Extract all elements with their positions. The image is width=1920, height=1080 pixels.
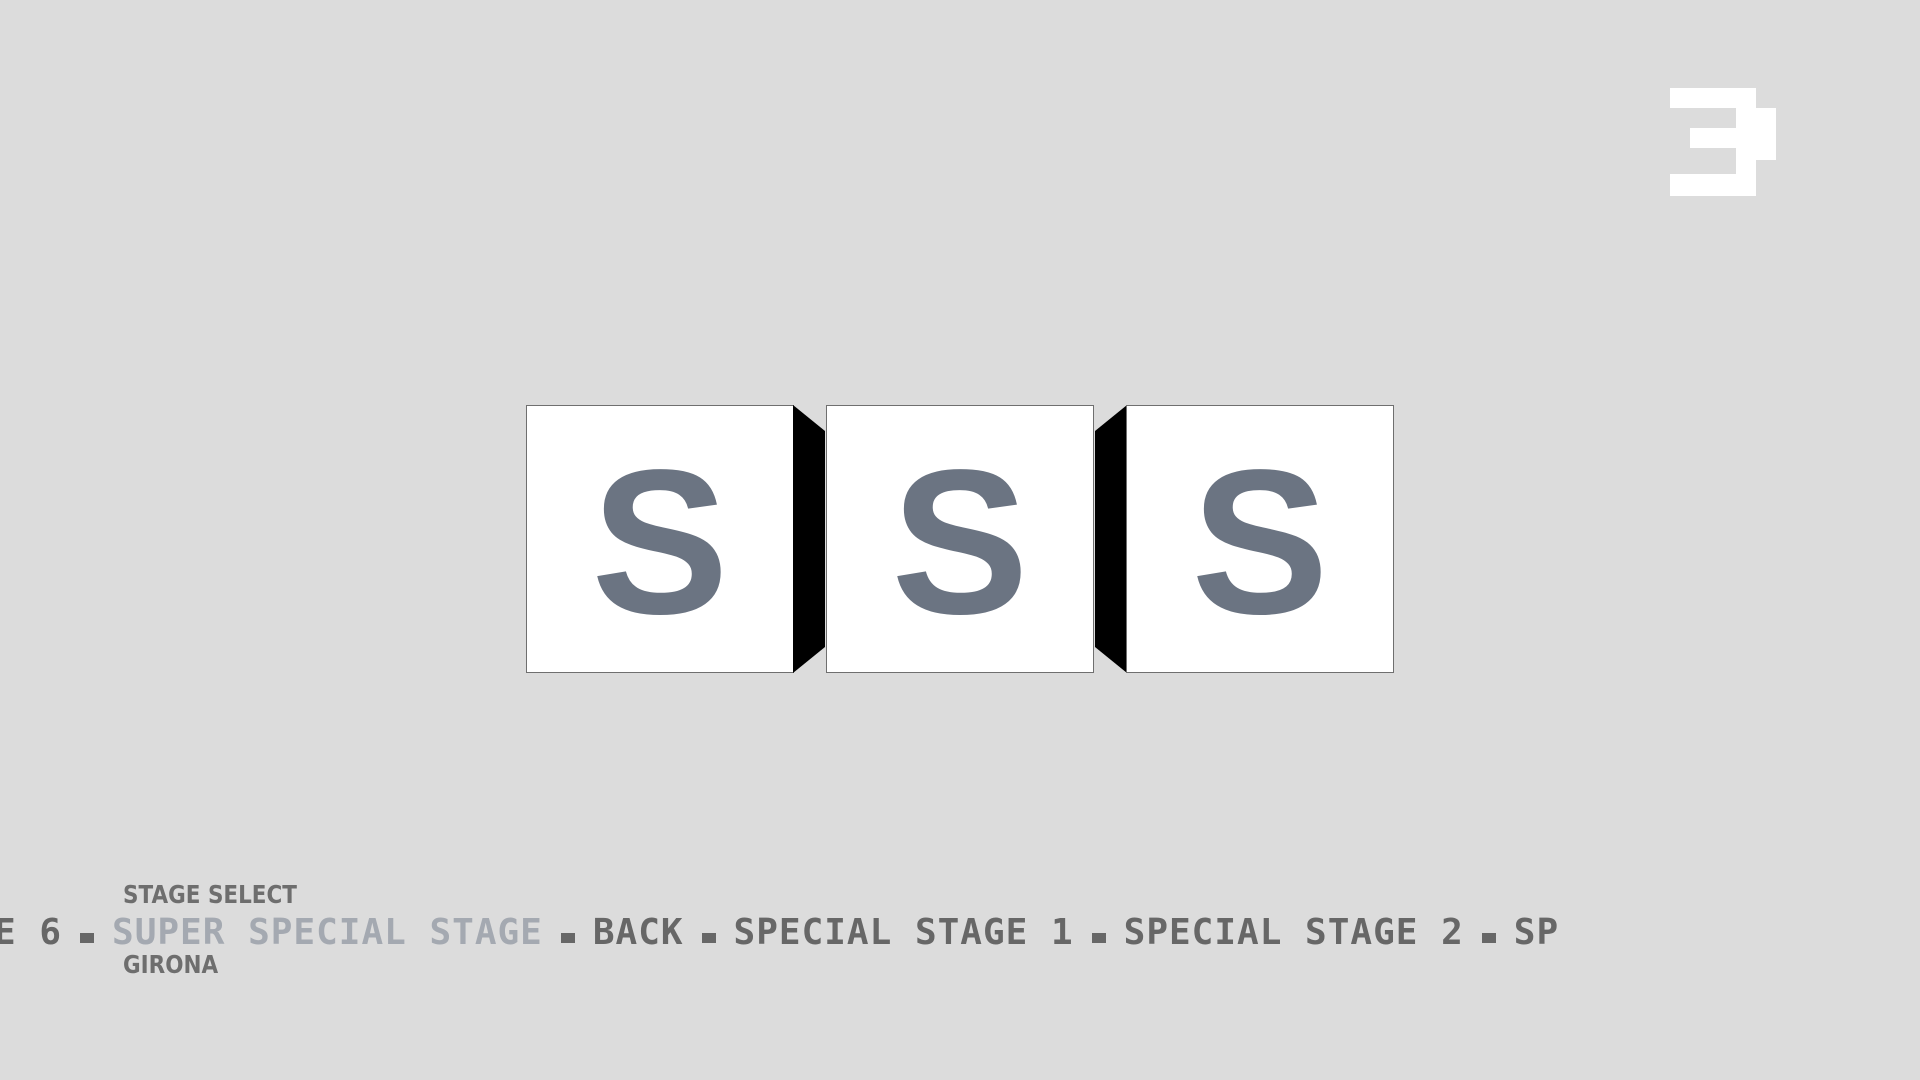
cube-edge-right-fold-icon	[793, 405, 825, 673]
ticker-item-special-stage-1[interactable]: SPECIAL STAGE 1	[734, 912, 1074, 952]
cube-face-center: S	[826, 405, 1094, 673]
ticker-item-next-cut[interactable]: SP	[1514, 912, 1559, 952]
separator-dot-icon	[1481, 933, 1496, 943]
ticker-item-back[interactable]: BACK	[593, 912, 684, 952]
separator-dot-icon	[1091, 933, 1106, 943]
cube-face-right: S	[1126, 405, 1394, 673]
cube-strip: S S S	[526, 405, 1396, 675]
separator-dot-icon	[80, 933, 95, 943]
location-label: GIRONA	[123, 950, 219, 979]
separator-dot-icon	[560, 933, 575, 943]
pixel-digit-three-icon	[1670, 88, 1776, 196]
separator-dot-icon	[701, 933, 716, 943]
menu-heading: STAGE SELECT	[123, 880, 297, 909]
ticker-item-super-special-stage[interactable]: SUPER SPECIAL STAGE	[112, 912, 543, 952]
cube-letter: S	[891, 427, 1029, 657]
stage-ticker[interactable]: E 6 SUPER SPECIAL STAGE BACK SPECIAL STA…	[0, 912, 1920, 952]
cube-edge-left-fold-icon	[1095, 405, 1127, 673]
ticker-item-special-stage-2[interactable]: SPECIAL STAGE 2	[1124, 912, 1464, 952]
cube-letter: S	[1191, 427, 1329, 657]
cube-letter: S	[591, 427, 729, 657]
ticker-item-stage-6[interactable]: E 6	[0, 912, 62, 952]
countdown-number: 3	[1670, 88, 1776, 196]
cube-face-left: S	[526, 405, 794, 673]
